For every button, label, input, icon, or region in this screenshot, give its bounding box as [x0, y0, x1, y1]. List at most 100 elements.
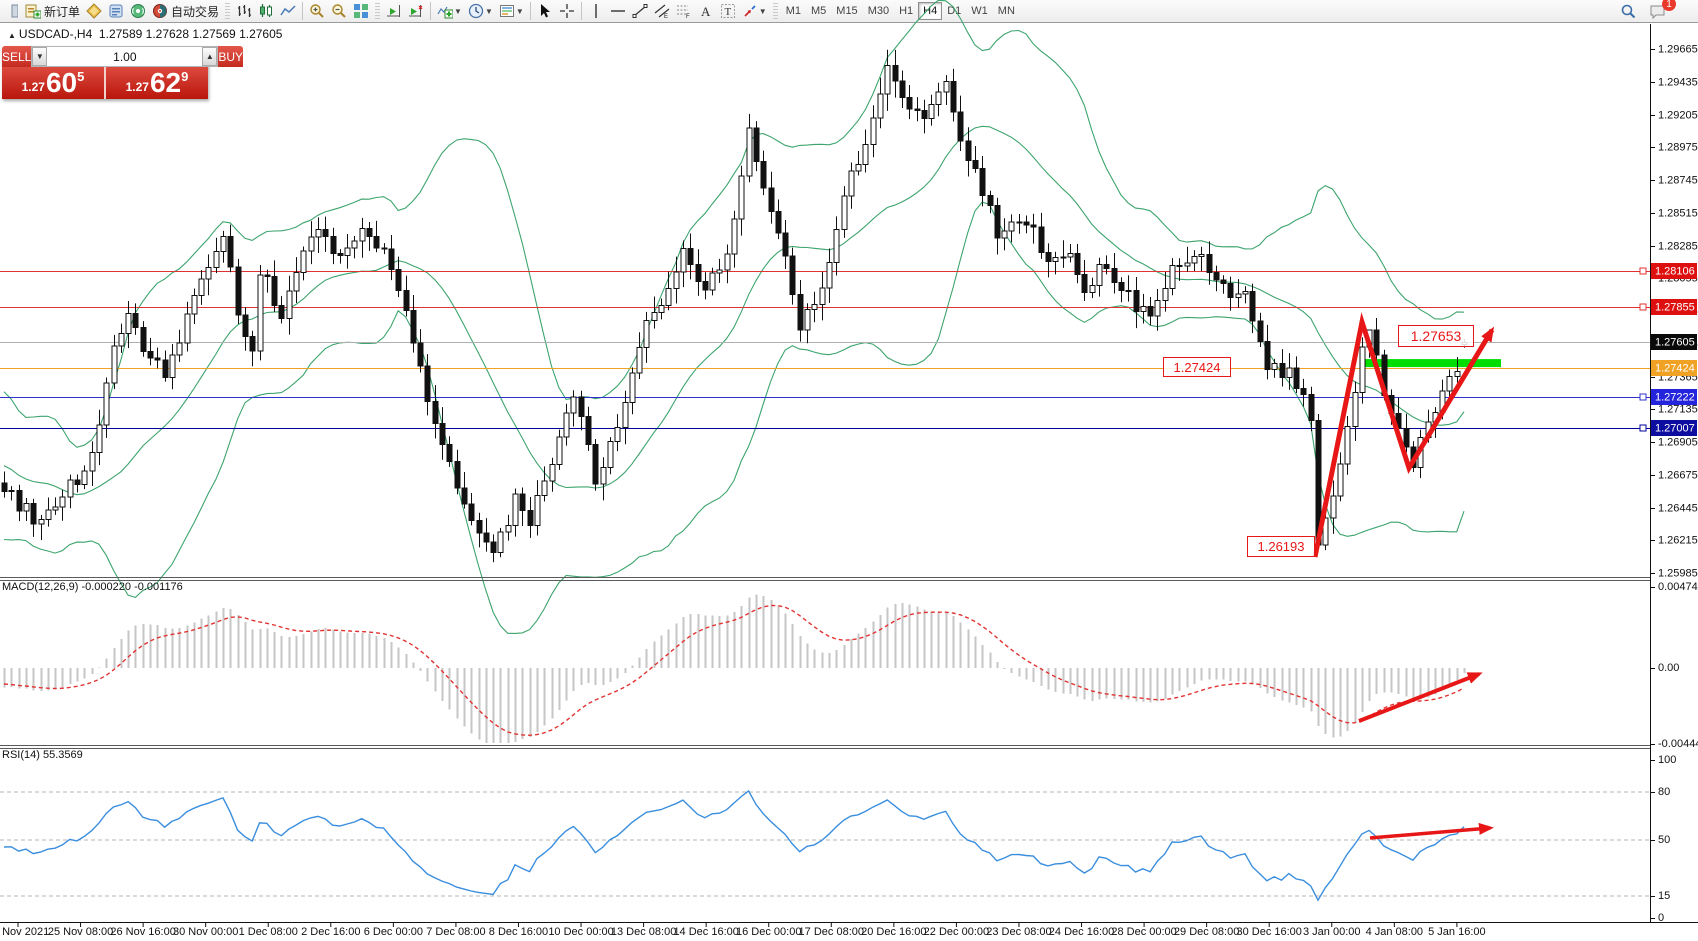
candle-body — [97, 425, 102, 452]
time-axis-label: 5 Jan 16:00 — [1428, 926, 1486, 938]
candle-body — [163, 360, 168, 377]
candle-body — [783, 233, 788, 256]
candle-body — [856, 164, 861, 171]
candle-body — [53, 507, 58, 510]
candle-body — [732, 219, 737, 254]
candle-body — [1126, 290, 1131, 291]
candle-body — [236, 267, 241, 315]
candle-body — [754, 128, 759, 161]
axis-tick-label: 1.28975 — [1658, 142, 1698, 154]
candle-body — [455, 462, 460, 488]
candle-body — [652, 313, 657, 321]
price-annotation-label[interactable]: 1.27653 — [1398, 325, 1474, 347]
candle-body — [1287, 368, 1292, 378]
candle-body — [1068, 253, 1073, 257]
axis-tick-label: 1.28285 — [1658, 241, 1698, 253]
candle-body — [1243, 291, 1248, 293]
candle-body — [710, 273, 715, 290]
chart-ohlc-header: ▲USDCAD-,H4 1.27589 1.27628 1.27569 1.27… — [8, 27, 282, 41]
ohlc-text: USDCAD-,H4 1.27589 1.27628 1.27569 1.276… — [19, 27, 283, 41]
line-anchor-handle[interactable] — [1640, 304, 1646, 310]
candle-body — [674, 272, 679, 289]
axis-tick-label: 1.27135 — [1658, 404, 1698, 416]
volume-input[interactable] — [47, 47, 202, 66]
sell-button[interactable]: SELL — [2, 46, 31, 67]
candle-body — [871, 118, 876, 144]
candle-body — [535, 496, 540, 526]
candle-body — [1345, 427, 1350, 464]
candle-body — [1258, 321, 1263, 342]
candle-body — [623, 402, 628, 427]
bollinger-band-line — [4, 126, 1464, 494]
candle-body — [221, 236, 226, 251]
candle-body — [1039, 227, 1044, 253]
candle-body — [798, 294, 803, 330]
candle-body — [630, 373, 635, 402]
candle-body — [192, 296, 197, 315]
rsi-trend-arrow[interactable] — [1370, 828, 1490, 838]
candle-body — [469, 504, 474, 520]
candle-body — [1294, 368, 1299, 389]
candle-body — [769, 188, 774, 211]
time-axis-label: 28 Dec 00:00 — [1111, 926, 1176, 938]
candle-body — [1141, 307, 1146, 312]
candle-body — [90, 453, 95, 471]
sell-price-button[interactable]: 1.27605 — [2, 67, 104, 99]
volume-increase-button[interactable]: ▲ — [202, 47, 217, 66]
candle-body — [411, 310, 416, 343]
candle-body — [24, 504, 29, 511]
time-axis-label: 30 Nov 00:00 — [173, 926, 238, 938]
buy-price-button[interactable]: 1.27629 — [106, 67, 208, 99]
candle-body — [1170, 265, 1175, 288]
candle-body — [863, 144, 868, 164]
candle-body — [637, 348, 642, 373]
candle-body — [615, 427, 620, 441]
volume-decrease-button[interactable]: ▼ — [32, 47, 47, 66]
time-axis-label: 6 Dec 00:00 — [364, 926, 423, 938]
candle-body — [1148, 307, 1153, 317]
candle-body — [579, 397, 584, 417]
axis-tick-label: 1.27007 — [1655, 423, 1695, 435]
candle-body — [528, 511, 533, 526]
rsi-line — [4, 791, 1464, 900]
axis-tick-label: 0 — [1658, 912, 1664, 924]
time-axis-label: 4 Jan 08:00 — [1366, 926, 1424, 938]
price-annotation-label[interactable]: 1.27424 — [1163, 357, 1231, 377]
candle-body — [944, 82, 949, 93]
candle-body — [849, 171, 854, 196]
candle-body — [951, 82, 956, 112]
line-anchor-handle[interactable] — [1640, 268, 1646, 274]
axis-tick-label: 1.26675 — [1658, 470, 1698, 482]
candle-body — [601, 468, 606, 484]
candle-body — [1075, 253, 1080, 274]
candle-body — [1447, 376, 1452, 391]
buy-button[interactable]: BUY — [218, 46, 243, 67]
candle-body — [1082, 274, 1087, 292]
candle-body — [936, 92, 941, 104]
price-annotation-label[interactable]: 1.26193 — [1247, 536, 1315, 557]
candle-body — [681, 248, 686, 271]
candle-body — [323, 230, 328, 237]
time-axis-label: 24 Dec 16:00 — [1049, 926, 1114, 938]
candle-body — [1163, 288, 1168, 300]
time-axis-label: 8 Dec 16:00 — [489, 926, 548, 938]
candle-body — [1309, 395, 1314, 421]
candle-body — [309, 237, 314, 251]
axis-tick-label: 50 — [1658, 834, 1670, 846]
chart-canvas[interactable]: 1.296651.294351.292051.289751.287451.285… — [0, 0, 1698, 941]
time-axis-label: 1 Dec 08:00 — [239, 926, 298, 938]
line-anchor-handle[interactable] — [1640, 425, 1646, 431]
line-anchor-handle[interactable] — [1640, 394, 1646, 400]
candle-body — [688, 248, 693, 264]
candle-body — [893, 66, 898, 81]
candle-body — [1192, 256, 1197, 262]
candle-body — [1338, 464, 1343, 496]
candle-body — [1404, 428, 1409, 447]
candle-body — [666, 289, 671, 306]
candle-body — [739, 176, 744, 219]
candle-body — [382, 248, 387, 249]
candle-body — [404, 290, 409, 310]
candle-body — [827, 262, 832, 288]
candle-body — [316, 230, 321, 238]
candle-body — [1374, 330, 1379, 355]
